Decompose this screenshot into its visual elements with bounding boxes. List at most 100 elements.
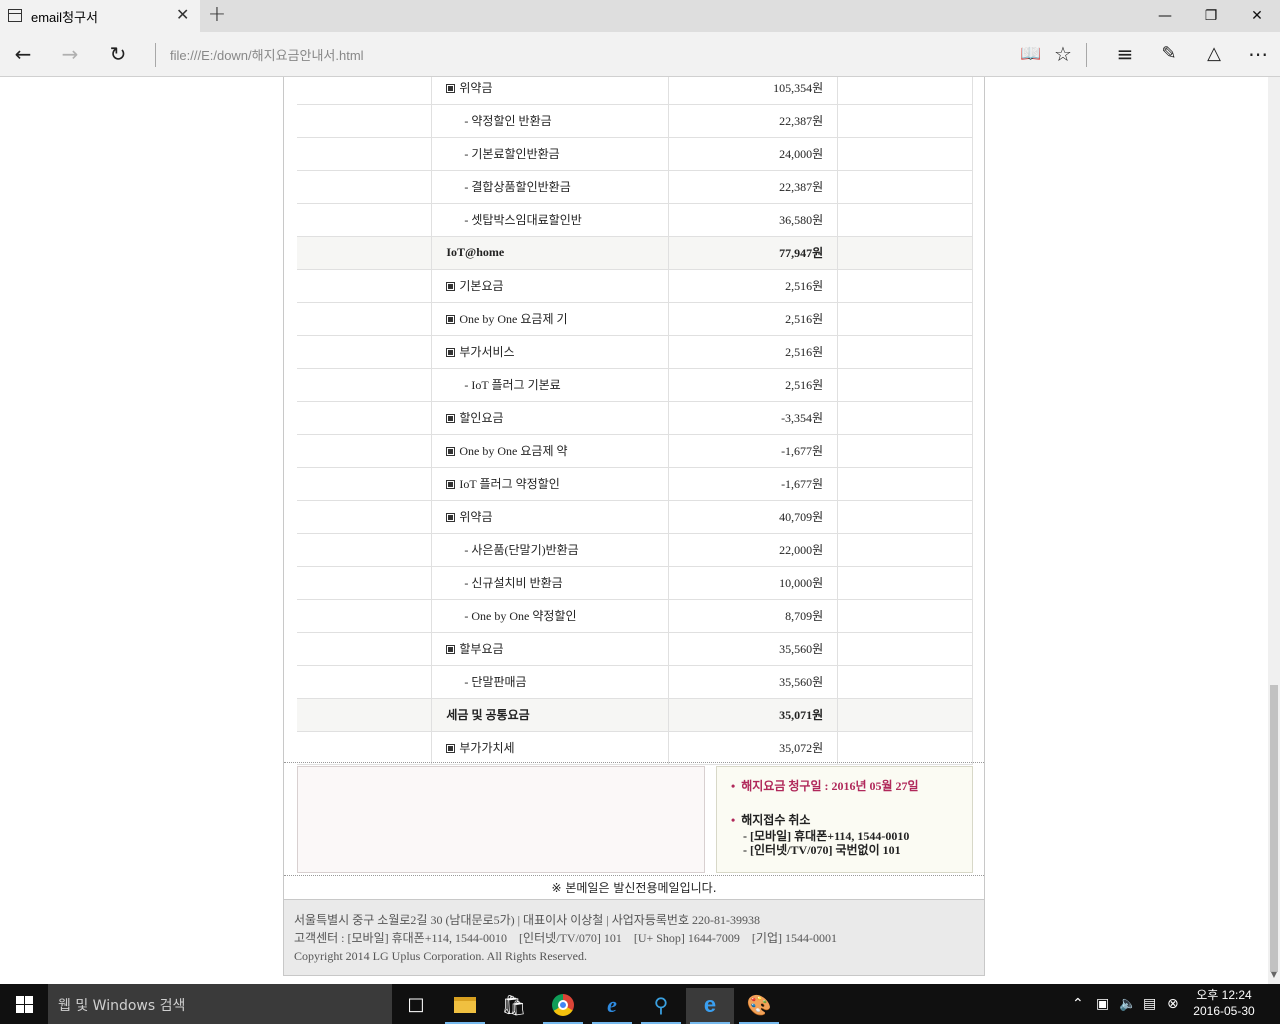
empty-cell	[297, 467, 432, 501]
tray-chevron-icon[interactable]: ⌃	[1072, 984, 1084, 1024]
empty-cell	[837, 368, 973, 402]
bullet: •	[731, 779, 736, 793]
internet-explorer-icon[interactable]: e	[588, 988, 636, 1024]
send-only-notice: ※ 본메일은 발신전용메일입니다.	[284, 877, 984, 900]
scroll-down-arrow-icon[interactable]: ▼	[1268, 970, 1280, 982]
scrollbar-thumb[interactable]	[1270, 685, 1278, 972]
bill-row: 할부요금 35,560원	[297, 632, 973, 666]
item-label: - 약정할인 반환금	[464, 114, 552, 128]
item-cell: - 약정할인 반환금	[431, 104, 669, 138]
notifications-icon[interactable]: ▤	[1143, 984, 1156, 1024]
clock-time: 오후 12:24	[1196, 988, 1252, 1002]
empty-cell	[297, 698, 432, 732]
edge-icon[interactable]: e	[686, 988, 734, 1024]
section-row: 세금 및 공통요금 35,071원	[297, 698, 973, 732]
bill-row: 기본요금 2,516원	[297, 269, 973, 303]
empty-cell	[837, 137, 973, 171]
item-cell: - 단말판매금	[431, 665, 669, 699]
amount-cell: 8,709원	[668, 599, 838, 633]
bill-row: 할인요금 -3,354원	[297, 401, 973, 435]
item-cell: - 기본료할인반환금	[431, 137, 669, 171]
hub-icon[interactable]: ≡	[1110, 40, 1140, 68]
empty-cell	[837, 698, 973, 732]
empty-cell	[297, 203, 432, 237]
network-icon[interactable]: ▣	[1096, 984, 1109, 1024]
vertical-scrollbar[interactable]: ▼	[1268, 77, 1280, 984]
taskbar-clock[interactable]: 오후 12:24 2016-05-30	[1190, 987, 1258, 1019]
bill-row: One by One 요금제 기 2,516원	[297, 302, 973, 336]
item-label: 기본요금	[459, 279, 504, 293]
task-view-icon[interactable]: □	[392, 988, 440, 1024]
bill-container: 위약금 105,354원 - 약정할인 반환금 22,387원 - 기본료할인반환금 24…	[283, 77, 985, 976]
star-icon[interactable]: ☆	[1048, 40, 1078, 68]
empty-cell	[837, 203, 973, 237]
share-icon[interactable]: △	[1199, 40, 1229, 68]
windows-start-icon[interactable]	[0, 984, 48, 1024]
item-cell: 위약금	[431, 77, 669, 105]
empty-cell	[837, 401, 973, 435]
new-tab-plus-icon[interactable]: +	[206, 2, 228, 27]
window-close-icon[interactable]: ✕	[1234, 0, 1280, 32]
forward-arrow-icon[interactable]: →	[55, 40, 85, 68]
refresh-icon[interactable]: ↻	[103, 40, 133, 68]
empty-cell	[297, 599, 432, 633]
empty-cell	[297, 104, 432, 138]
amount-cell: 77,947원	[668, 236, 838, 270]
tab-close-icon[interactable]: ✕	[176, 5, 189, 24]
empty-cell	[297, 500, 432, 534]
page-icon	[8, 9, 22, 22]
paint-icon[interactable]: 🎨	[735, 988, 783, 1024]
close-circle-icon[interactable]: ⊗	[1167, 984, 1179, 1024]
bill-table-body: 위약금 105,354원 - 약정할인 반환금 22,387원 - 기본료할인반환금 24…	[297, 77, 973, 765]
item-cell: - 신규설치비 반환금	[431, 566, 669, 600]
amount-cell: 35,560원	[668, 632, 838, 666]
reading-view-icon[interactable]: 📖	[1016, 40, 1046, 68]
empty-cell	[297, 302, 432, 336]
browser-tab[interactable]: email청구서 ✕	[0, 0, 200, 32]
item-cell: - 셋탑박스임대료할인반	[431, 203, 669, 237]
empty-cell	[297, 401, 432, 435]
more-icon[interactable]: ⋯	[1243, 40, 1273, 68]
checkbox-square-icon	[446, 414, 456, 423]
search-app-icon[interactable]: ⚲	[637, 988, 685, 1024]
empty-cell	[837, 269, 973, 303]
amount-cell: 22,000원	[668, 533, 838, 567]
item-cell: 세금 및 공통요금	[431, 698, 669, 732]
item-label: 세금 및 공통요금	[446, 708, 530, 722]
item-label: IoT@home	[446, 245, 505, 259]
restore-icon[interactable]: ❐	[1188, 0, 1234, 32]
empty-cell	[297, 77, 432, 105]
bill-row: 부가가치세 35,072원	[297, 731, 973, 765]
item-label: 위약금	[459, 510, 493, 524]
item-cell: 부가가치세	[431, 731, 669, 765]
item-label: One by One 요금제 약	[459, 444, 568, 458]
back-arrow-icon[interactable]: ←	[8, 40, 38, 68]
address-bar[interactable]: file:///E:/down/해지요금안내서.html	[170, 45, 364, 64]
web-note-icon[interactable]: ✎	[1154, 40, 1184, 68]
item-label: - 결합상품할인반환금	[464, 180, 571, 194]
volume-icon[interactable]: 🔈	[1119, 984, 1136, 1024]
footer-address: 서울특별시 중구 소월로2길 30 (남대문로5가) | 대표이사 이상철 | …	[294, 913, 760, 927]
cancel-internet: - [인터넷/TV/070] 국번없이 101	[743, 843, 901, 857]
checkbox-square-icon	[446, 83, 456, 93]
taskbar-search[interactable]: 웹 및 Windows 검색	[48, 984, 392, 1024]
checkbox-square-icon	[446, 282, 456, 291]
bill-table: 위약금 105,354원 - 약정할인 반환금 22,387원 - 기본료할인반환금 24…	[297, 77, 973, 765]
amount-cell: 35,071원	[668, 698, 838, 732]
item-label: - 셋탑박스임대료할인반	[464, 213, 582, 227]
amount-cell: 35,560원	[668, 665, 838, 699]
minimize-icon[interactable]: —	[1142, 0, 1188, 32]
amount-cell: 22,387원	[668, 170, 838, 204]
item-label: - 신규설치비 반환금	[464, 576, 563, 590]
store-icon[interactable]: 🛍	[490, 988, 538, 1024]
bill-row: - 기본료할인반환금 24,000원	[297, 137, 973, 171]
empty-cell	[297, 269, 432, 303]
bullet: •	[731, 813, 736, 827]
bill-row: - 신규설치비 반환금 10,000원	[297, 566, 973, 600]
file-explorer-icon[interactable]	[441, 988, 489, 1024]
empty-cell	[297, 335, 432, 369]
chrome-icon[interactable]	[539, 988, 587, 1024]
empty-cell	[837, 467, 973, 501]
empty-cell	[297, 731, 432, 765]
item-label: - One by One 약정할인	[464, 609, 577, 623]
